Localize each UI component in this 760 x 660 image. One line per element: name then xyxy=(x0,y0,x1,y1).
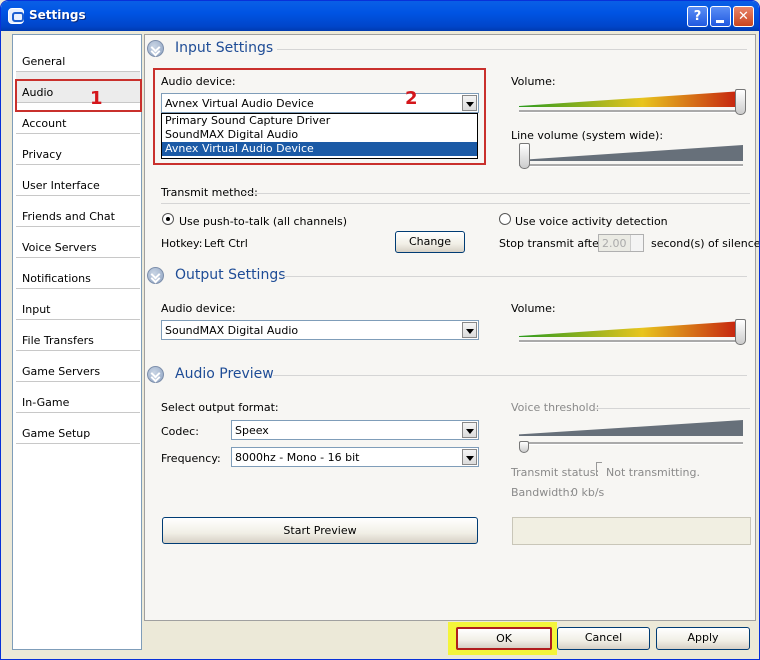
input-volume-slider[interactable] xyxy=(519,89,749,115)
nav-item-friends-and-chat[interactable]: Friends and Chat xyxy=(16,196,140,227)
nav-item-notifications[interactable]: Notifications xyxy=(16,258,140,289)
nav-item-game-servers[interactable]: Game Servers xyxy=(16,351,140,382)
slider-handle[interactable] xyxy=(735,89,746,115)
push-to-talk-radio[interactable] xyxy=(162,213,174,225)
nav-item-general[interactable]: General xyxy=(16,41,140,72)
stop-transmit-suffix: second(s) of silence. xyxy=(651,237,760,250)
divider xyxy=(242,193,750,194)
window-body: General Audio Account Privacy User Inter… xyxy=(4,31,759,658)
output-settings-header: Output Settings xyxy=(147,267,747,289)
stop-transmit-spinner[interactable]: 2.00 xyxy=(598,234,644,252)
spin-down-icon[interactable] xyxy=(630,243,643,251)
divider xyxy=(283,276,747,277)
output-volume-label: Volume: xyxy=(511,302,556,315)
bandwidth-value: 0 kb/s xyxy=(571,486,605,499)
app-logo-icon xyxy=(8,8,24,24)
output-format-label: Select output format: xyxy=(161,401,279,414)
stop-transmit-label: Stop transmit after: xyxy=(499,237,607,250)
divider xyxy=(273,375,747,376)
settings-panel: Input Settings Audio device: Avnex Virtu… xyxy=(144,34,759,621)
chevron-down-icon[interactable] xyxy=(462,322,477,338)
frequency-label: Frequency: xyxy=(161,452,221,465)
frequency-value: 8000hz - Mono - 16 bit xyxy=(235,451,360,464)
transmit-status-value: Not transmitting. xyxy=(606,466,700,479)
threshold-ramp xyxy=(519,420,743,436)
slider-handle[interactable] xyxy=(519,441,529,453)
slider-handle[interactable] xyxy=(735,319,746,345)
close-button[interactable]: ✕ xyxy=(733,6,754,27)
collapse-icon[interactable] xyxy=(147,366,164,383)
audio-preview-title: Audio Preview xyxy=(175,366,274,382)
slider-track xyxy=(519,442,743,445)
input-volume-label: Volume: xyxy=(511,75,556,88)
apply-button[interactable]: Apply xyxy=(656,627,750,650)
nav-item-in-game[interactable]: In-Game xyxy=(16,382,140,413)
divider xyxy=(595,408,750,409)
start-preview-button[interactable]: Start Preview xyxy=(162,517,478,544)
minimize-button[interactable] xyxy=(710,6,731,27)
output-device-select[interactable]: SoundMAX Digital Audio xyxy=(161,320,479,340)
codec-value: Speex xyxy=(235,424,269,437)
volume-ramp xyxy=(519,91,743,107)
codec-label: Codec: xyxy=(161,425,199,438)
nav-item-privacy[interactable]: Privacy xyxy=(16,134,140,165)
chevron-down-icon[interactable] xyxy=(462,449,477,465)
nav-item-file-transfers[interactable]: File Transfers xyxy=(16,320,140,351)
cancel-button[interactable]: Cancel xyxy=(557,627,650,650)
annotation-number-2: 2 xyxy=(405,88,418,109)
audio-preview-header: Audio Preview xyxy=(147,366,747,388)
annotation-box-2 xyxy=(153,68,486,165)
nav-item-input[interactable]: Input xyxy=(16,289,140,320)
input-settings-header: Input Settings xyxy=(147,40,747,62)
change-hotkey-button[interactable]: Change xyxy=(395,231,465,253)
preview-level-meter xyxy=(512,517,751,545)
output-device-value: SoundMAX Digital Audio xyxy=(165,324,299,337)
push-to-talk-label: Use push-to-talk (all channels) xyxy=(179,215,348,228)
input-settings-title: Input Settings xyxy=(175,40,274,56)
line-volume-slider[interactable] xyxy=(519,143,749,169)
collapse-icon[interactable] xyxy=(147,40,164,57)
volume-ramp xyxy=(519,321,743,337)
settings-nav: General Audio Account Privacy User Inter… xyxy=(12,34,142,650)
line-volume-ramp xyxy=(519,145,743,161)
codec-select[interactable]: Speex xyxy=(231,420,479,440)
collapse-icon[interactable] xyxy=(147,267,164,284)
hotkey-label: Hotkey: xyxy=(161,237,203,250)
divider xyxy=(161,203,750,204)
hotkey-value: Left Ctrl xyxy=(204,237,248,250)
output-volume-slider[interactable] xyxy=(519,319,749,345)
line-volume-label: Line volume (system wide): xyxy=(511,129,664,142)
help-button[interactable]: ? xyxy=(687,6,708,27)
voice-threshold-label: Voice threshold: xyxy=(511,401,600,414)
annotation-box-1 xyxy=(15,79,142,112)
voice-activity-radio[interactable] xyxy=(499,213,511,225)
nav-item-user-interface[interactable]: User Interface xyxy=(16,165,140,196)
title-bar[interactable]: Settings ? ✕ xyxy=(1,1,759,31)
divider xyxy=(277,49,747,50)
ok-button[interactable]: OK xyxy=(456,627,552,650)
slider-handle[interactable] xyxy=(519,143,530,169)
chevron-down-icon[interactable] xyxy=(462,422,477,438)
nav-item-voice-servers[interactable]: Voice Servers xyxy=(16,227,140,258)
output-device-label: Audio device: xyxy=(161,302,236,315)
window-title: Settings xyxy=(29,8,86,22)
status-indicator-icon xyxy=(596,462,602,476)
annotation-number-1: 1 xyxy=(90,88,103,109)
voice-threshold-slider[interactable] xyxy=(519,420,749,453)
slider-track xyxy=(519,164,743,167)
stop-transmit-value: 2.00 xyxy=(602,237,627,250)
transmit-status-label: Transmit status: xyxy=(511,466,600,479)
settings-window: Settings ? ✕ General Audio Account Priva… xyxy=(0,0,760,660)
spin-up-icon[interactable] xyxy=(630,235,643,243)
voice-activity-label: Use voice activity detection xyxy=(515,215,668,228)
nav-item-game-setup[interactable]: Game Setup xyxy=(16,413,140,444)
slider-track xyxy=(519,340,743,343)
bandwidth-label: Bandwidth: xyxy=(511,486,574,499)
frequency-select[interactable]: 8000hz - Mono - 16 bit xyxy=(231,447,479,467)
output-settings-title: Output Settings xyxy=(175,267,286,283)
slider-track xyxy=(519,110,743,113)
